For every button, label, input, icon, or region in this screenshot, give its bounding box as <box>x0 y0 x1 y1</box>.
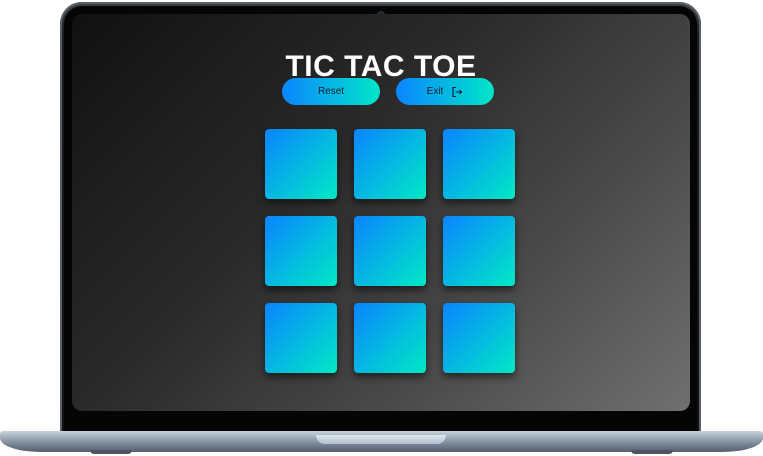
board-cell-2[interactable] <box>354 129 426 199</box>
board-cell-9[interactable] <box>443 303 515 373</box>
reset-button-label: Reset <box>317 86 345 97</box>
laptop-foot-left <box>90 450 132 454</box>
exit-button[interactable]: Exit <box>396 78 494 105</box>
board-cell-4[interactable] <box>265 216 337 286</box>
laptop-mockup: TIC TAC TOE Reset Exit <box>0 0 763 456</box>
reset-button[interactable]: Reset <box>282 78 380 105</box>
exit-icon <box>452 86 463 97</box>
board-cell-6[interactable] <box>443 216 515 286</box>
app-screen: TIC TAC TOE Reset Exit <box>72 14 690 411</box>
base-opening-notch <box>316 435 446 444</box>
board-cell-7[interactable] <box>265 303 337 373</box>
laptop-foot-right <box>631 450 673 454</box>
board-cell-8[interactable] <box>354 303 426 373</box>
page-title: TIC TAC TOE <box>285 50 477 83</box>
board-cell-5[interactable] <box>354 216 426 286</box>
game-board <box>265 129 517 373</box>
exit-button-label: Exit <box>426 86 444 97</box>
board-cell-3[interactable] <box>443 129 515 199</box>
board-cell-1[interactable] <box>265 129 337 199</box>
